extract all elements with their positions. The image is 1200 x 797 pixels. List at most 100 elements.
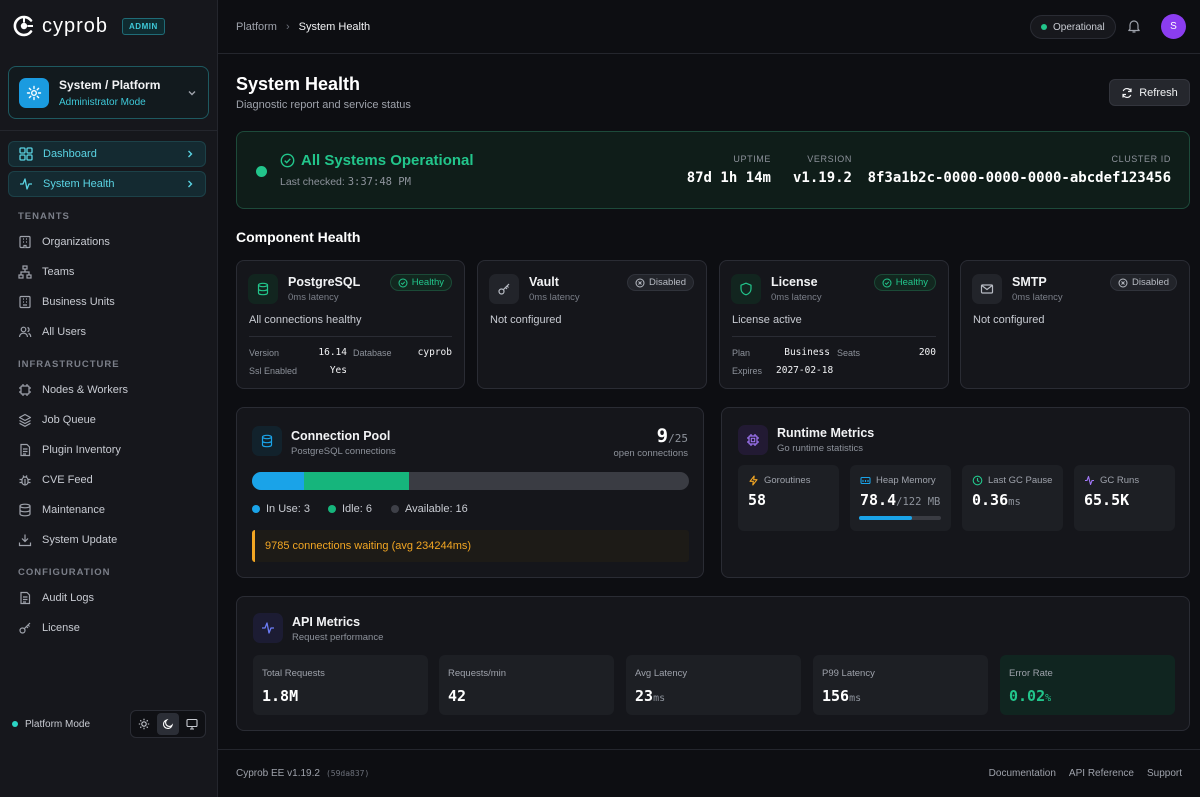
metric-gc-runs: GC Runs 65.5K [1074, 465, 1175, 531]
footer-link-documentation[interactable]: Documentation [989, 768, 1056, 779]
breadcrumb-platform[interactable]: Platform [236, 21, 277, 33]
refresh-button[interactable]: Refresh [1109, 79, 1190, 106]
sidebar-item-system-health[interactable]: System Health [8, 171, 206, 197]
sidebar-item-plugin-inventory[interactable]: Plugin Inventory [18, 441, 121, 459]
version-stat: VERSION v1.19.2 [793, 154, 852, 186]
api-title: API Metrics [292, 615, 361, 629]
cluster-id-stat: CLUSTER ID 8f3a1b2c-0000-0000-0000-abcde… [868, 154, 1171, 186]
footer-link-api-reference[interactable]: API Reference [1069, 768, 1134, 779]
system-status-banner: All Systems Operational Last checked: 3:… [236, 131, 1190, 209]
status-badge-label: Healthy [411, 277, 444, 288]
sidebar-item-label: Nodes & Workers [42, 384, 128, 396]
detail-value: 200 [918, 347, 936, 358]
component-latency: 0ms latency [529, 292, 580, 303]
sidebar-item-license[interactable]: License [18, 619, 80, 637]
last-checked-time: 3:37:48 PM [347, 176, 411, 188]
metric-value: 65.5K [1084, 491, 1130, 509]
legend-available: Available: 16 [391, 503, 468, 515]
avatar[interactable]: S [1161, 14, 1186, 39]
component-name: License [771, 275, 818, 289]
sidebar-item-cve-feed[interactable]: CVE Feed [18, 471, 93, 489]
footer-link-support[interactable]: Support [1147, 768, 1182, 779]
component-card-license: License 0ms latency Healthy License acti… [719, 260, 949, 389]
sidebar-footer: Platform Mode [0, 710, 218, 738]
bell-icon[interactable] [1126, 18, 1142, 34]
component-message: License active [732, 314, 802, 326]
sidebar-item-system-update[interactable]: System Update [18, 531, 117, 549]
brand[interactable]: cyprob ADMIN [12, 14, 165, 38]
sun-icon[interactable] [133, 713, 155, 735]
legend-label: Idle: 6 [342, 503, 372, 515]
monitor-icon[interactable] [181, 713, 203, 735]
metric-label: Heap Memory [876, 475, 936, 486]
metric-avg-latency: Avg Latency 23ms [626, 655, 801, 715]
sidebar-item-dashboard[interactable]: Dashboard [8, 141, 206, 167]
key-icon [18, 621, 32, 635]
pool-bar-idle [304, 472, 410, 490]
sidebar-item-organizations[interactable]: Organizations [18, 233, 110, 251]
sidebar-item-audit-logs[interactable]: Audit Logs [18, 589, 94, 607]
cluster-id-value: 8f3a1b2c-0000-0000-0000-abcdef123456 [867, 170, 1171, 186]
banner-title-row: All Systems Operational [280, 152, 474, 169]
card-divider [732, 336, 936, 337]
sidebar-item-maintenance[interactable]: Maintenance [18, 501, 105, 519]
pool-title: Connection Pool [291, 429, 391, 443]
metric-value: 1.8M [262, 687, 299, 705]
component-latency: 0ms latency [771, 292, 822, 303]
metric-value: 42 [448, 687, 467, 705]
component-card-postgresql: PostgreSQL 0ms latency Healthy All conne… [236, 260, 465, 389]
api-subtitle: Request performance [292, 632, 384, 643]
metric-value: 58 [748, 491, 767, 509]
api-metrics-card: API Metrics Request performance Total Re… [236, 596, 1190, 731]
pool-bar-in-use [252, 472, 305, 490]
sidebar-item-label: Dashboard [43, 148, 97, 160]
sidebar-item-all-users[interactable]: All Users [18, 323, 86, 341]
sidebar-item-label: CVE Feed [42, 474, 93, 486]
detail-label: Expires [732, 366, 763, 376]
metric-total-requests: Total Requests 1.8M [253, 655, 428, 715]
sidebar-item-label: License [42, 622, 80, 634]
mode-status-dot [12, 721, 18, 727]
component-name: PostgreSQL [288, 275, 361, 289]
check-circle-icon [398, 278, 408, 288]
footer-version: Cyprob EE v1.19.2 [236, 768, 320, 779]
metric-label: GC Runs [1100, 475, 1140, 486]
open-connections: 9/25 open connections [614, 425, 688, 459]
metric-heap-memory: Heap Memory 78.4/122 MB [850, 465, 951, 531]
component-name: Vault [529, 275, 559, 289]
operational-status-pill[interactable]: Operational [1030, 15, 1116, 39]
nav-section-tenants: TENANTS [18, 211, 70, 222]
legend-in-use: In Use: 3 [252, 503, 310, 515]
legend-label: Available: 16 [405, 503, 468, 515]
status-label: Operational [1053, 21, 1105, 33]
component-name: SMTP [1012, 275, 1047, 289]
pool-warning: 9785 connections waiting (avg 234244ms) [252, 530, 689, 562]
bug-icon [18, 473, 32, 487]
detail-value: Yes [329, 365, 347, 376]
detail-value: 2027-02-18 [776, 365, 834, 376]
metric-unit: ms [849, 693, 862, 704]
component-card-smtp: SMTP 0ms latency Disabled Not configured [960, 260, 1190, 389]
metric-requests-per-min: Requests/min 42 [439, 655, 614, 715]
scope-selector[interactable]: System / Platform Administrator Mode [8, 66, 209, 119]
key-icon [489, 274, 519, 304]
shield-icon [731, 274, 761, 304]
cyprob-logo-icon [12, 14, 36, 38]
sidebar-item-job-queue[interactable]: Job Queue [18, 411, 96, 429]
breadcrumb-current: System Health [298, 20, 371, 33]
pool-usage-bar [252, 472, 689, 490]
sidebar-item-label: Maintenance [42, 504, 105, 516]
sidebar-item-business-units[interactable]: Business Units [18, 293, 115, 311]
runtime-title: Runtime Metrics [777, 426, 875, 440]
sidebar-item-nodes-workers[interactable]: Nodes & Workers [18, 381, 128, 399]
sidebar-item-teams[interactable]: Teams [18, 263, 74, 281]
platform-mode-label: Platform Mode [25, 718, 91, 730]
metric-unit: ms [1008, 496, 1021, 508]
connection-pool-card: Connection Pool PostgreSQL connections 9… [236, 407, 704, 578]
moon-icon[interactable] [157, 713, 179, 735]
open-count: 9 [656, 425, 669, 447]
gear-icon [19, 77, 49, 108]
metric-error-rate: Error Rate 0.02% [1000, 655, 1175, 715]
detail-value: Business [784, 347, 830, 358]
sidebar: cyprob ADMIN System / Platform Administr… [0, 0, 218, 797]
